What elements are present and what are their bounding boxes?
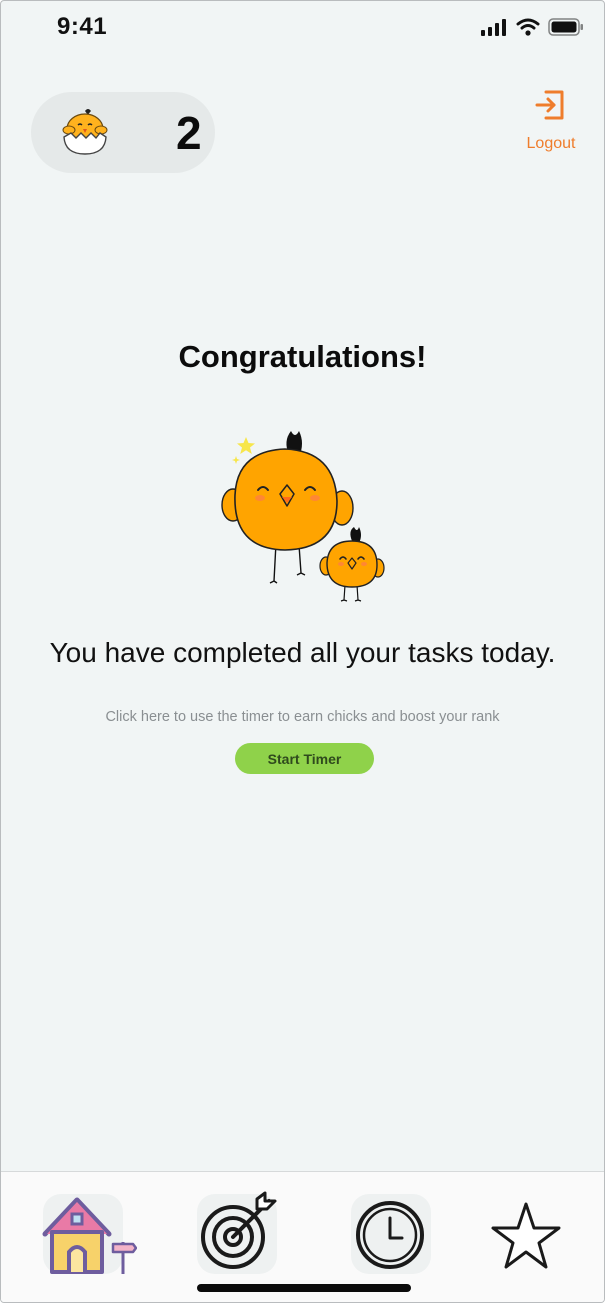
chicks-illustration [221,431,385,602]
start-timer-button[interactable]: Start Timer [235,743,374,774]
battery-icon [548,18,583,36]
tab-ranking[interactable] [483,1190,573,1280]
wifi-icon [516,18,540,36]
signal-icon [481,19,506,36]
star-icon [491,1202,561,1269]
logout-button[interactable]: Logout [519,85,583,157]
app-screen: 9:41 2 Logout Congratulations! You have … [0,0,605,1303]
home-indicator [197,1284,411,1292]
chick-counter: 2 [31,92,215,173]
tab-timer[interactable] [345,1190,435,1280]
bottom-tab-bar [1,1171,604,1302]
status-icons [480,18,584,36]
congratulations-title: Congratulations! [178,339,427,374]
tab-home[interactable] [37,1190,137,1280]
clock-icon [356,1201,424,1269]
completion-message: You have completed all your tasks today. [49,637,556,668]
tab-goals[interactable] [191,1190,281,1280]
hatching-chick-icon [62,109,108,155]
timer-hint-text: Click here to use the timer to earn chic… [105,709,500,725]
status-time: 9:41 [57,13,108,40]
home-icon [42,1197,137,1274]
chick-count: 2 [176,107,202,159]
target-icon [201,1191,277,1269]
logout-label: Logout [526,135,576,152]
logout-icon [535,90,564,120]
